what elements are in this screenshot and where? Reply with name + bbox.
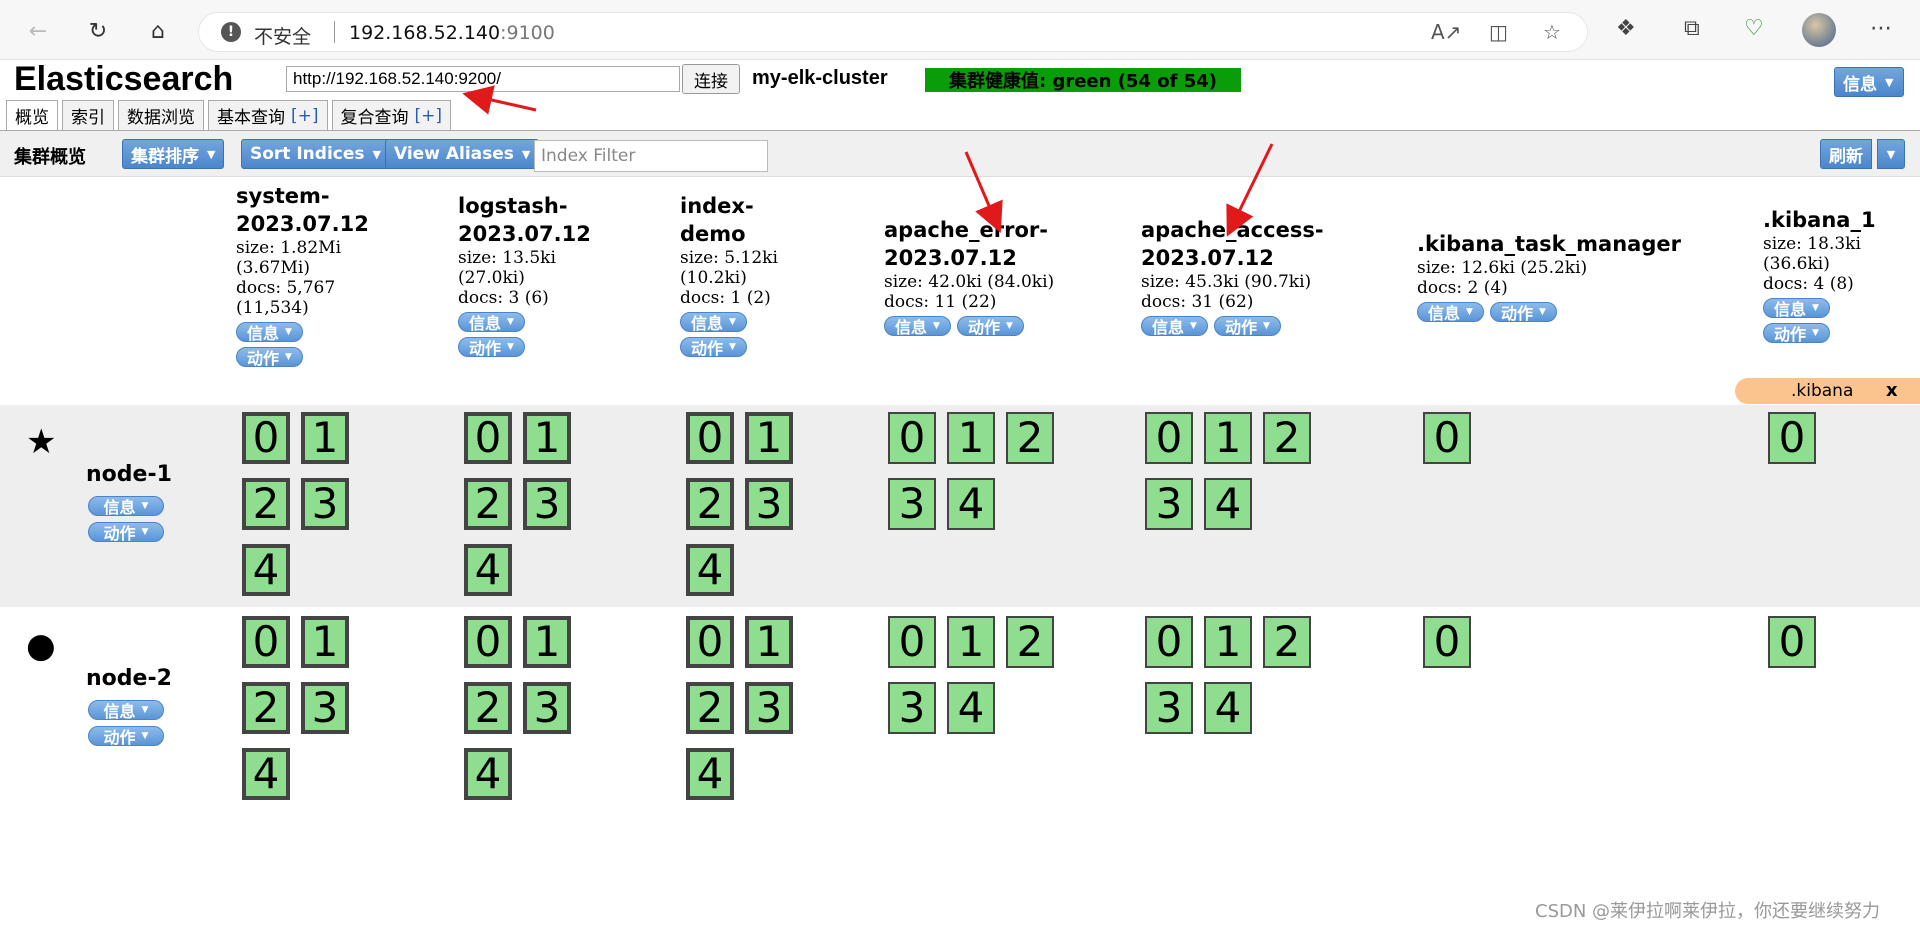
arrow-to-apache-error — [964, 151, 1003, 234]
arrow-to-apache-access — [1226, 143, 1274, 237]
arrow-to-url — [462, 85, 537, 115]
annotation-arrows — [462, 85, 1274, 237]
watermark: CSDN @莱伊拉啊莱伊拉，你还要继续努力 — [1535, 901, 1881, 922]
